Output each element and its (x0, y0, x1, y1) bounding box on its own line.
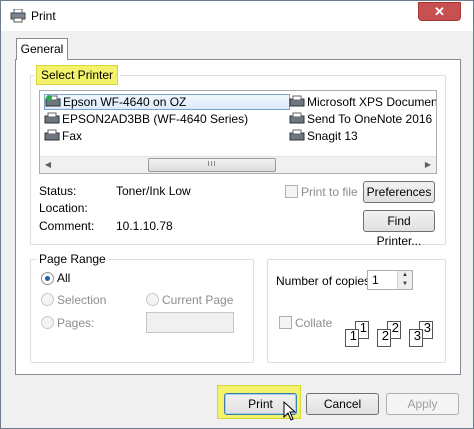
mouse-pointer-icon (283, 401, 297, 421)
scroll-right-icon[interactable]: ▶ (422, 159, 434, 171)
pages-label: Pages: (57, 316, 95, 330)
all-label: All (57, 271, 71, 285)
printer-list[interactable]: Epson WF-4640 on OZ EPSON2AD3BB (WF-4640… (39, 90, 437, 174)
selection-radio[interactable] (41, 293, 54, 306)
collate-checkbox[interactable] (279, 316, 292, 329)
scroll-left-icon[interactable]: ◀ (42, 159, 54, 171)
select-printer-label: Select Printer (36, 65, 119, 85)
printer-item[interactable]: EPSON2AD3BB (WF-4640 Series) (44, 111, 248, 127)
fax-icon (44, 129, 60, 143)
printer-item[interactable]: Microsoft XPS Document (289, 94, 436, 110)
copies-stepper[interactable]: 1 ▲ ▼ (367, 270, 413, 290)
comment-value: 10.1.10.78 (116, 219, 173, 233)
current-page-label: Current Page (162, 293, 234, 307)
printer-icon (289, 95, 305, 109)
print-to-file-label: Print to file (301, 185, 358, 199)
collate-page-icon: 3 (409, 329, 423, 347)
selection-label: Selection (57, 293, 107, 307)
comment-label: Comment: (39, 219, 95, 233)
collate-label: Collate (295, 316, 333, 330)
number-of-copies-label: Number of copies: (276, 274, 374, 288)
printer-name: Epson WF-4640 on OZ (63, 95, 187, 109)
printer-default-icon (45, 95, 61, 109)
status-value: Toner/Ink Low (116, 184, 191, 198)
printer-item[interactable]: Fax (44, 128, 82, 144)
print-to-file-checkbox[interactable] (285, 185, 298, 198)
status-label: Status: (39, 184, 77, 198)
scrollbar-thumb[interactable]: III (148, 158, 276, 172)
decrement-icon[interactable]: ▼ (398, 280, 412, 289)
printer-icon (289, 129, 305, 143)
printer-name: EPSON2AD3BB (WF-4640 Series) (62, 112, 249, 126)
collate-page-icon: 1 (345, 329, 359, 347)
cancel-button[interactable]: Cancel (306, 393, 379, 415)
printer-icon (44, 112, 60, 126)
printer-icon (10, 9, 26, 23)
increment-icon[interactable]: ▲ (398, 271, 412, 280)
printer-item[interactable]: Snagit 13 (289, 128, 358, 144)
pages-radio[interactable] (41, 316, 54, 329)
printer-icon (289, 112, 305, 126)
location-label: Location: (39, 201, 88, 215)
find-printer-button[interactable]: Find Printer... (363, 210, 435, 248)
copies-value: 1 (372, 273, 379, 287)
current-page-radio[interactable] (146, 293, 159, 306)
pages-input[interactable] (146, 312, 234, 333)
tab-general[interactable]: General (16, 38, 68, 60)
printer-item[interactable]: Send To OneNote 2016 (289, 111, 432, 127)
apply-button[interactable]: Apply (386, 393, 459, 415)
collate-page-icon: 2 (377, 329, 391, 347)
all-radio[interactable] (41, 272, 54, 285)
page-range-label: Page Range (37, 252, 108, 266)
title-bar: Print ✕ (1, 1, 473, 31)
printer-name: Fax (62, 129, 83, 143)
preferences-button[interactable]: Preferences (363, 181, 435, 203)
print-dialog: Print ✕ General Select Printer Epson WF-… (0, 0, 474, 429)
printer-item[interactable]: Epson WF-4640 on OZ (44, 94, 290, 110)
window-title: Print (31, 9, 56, 23)
printer-name: Send To OneNote 2016 (307, 112, 433, 126)
printer-name: Microsoft XPS Document (307, 95, 436, 109)
printer-name: Snagit 13 (307, 129, 358, 143)
horizontal-scrollbar[interactable]: ◀ III ▶ (40, 156, 436, 173)
close-button[interactable]: ✕ (418, 2, 461, 21)
